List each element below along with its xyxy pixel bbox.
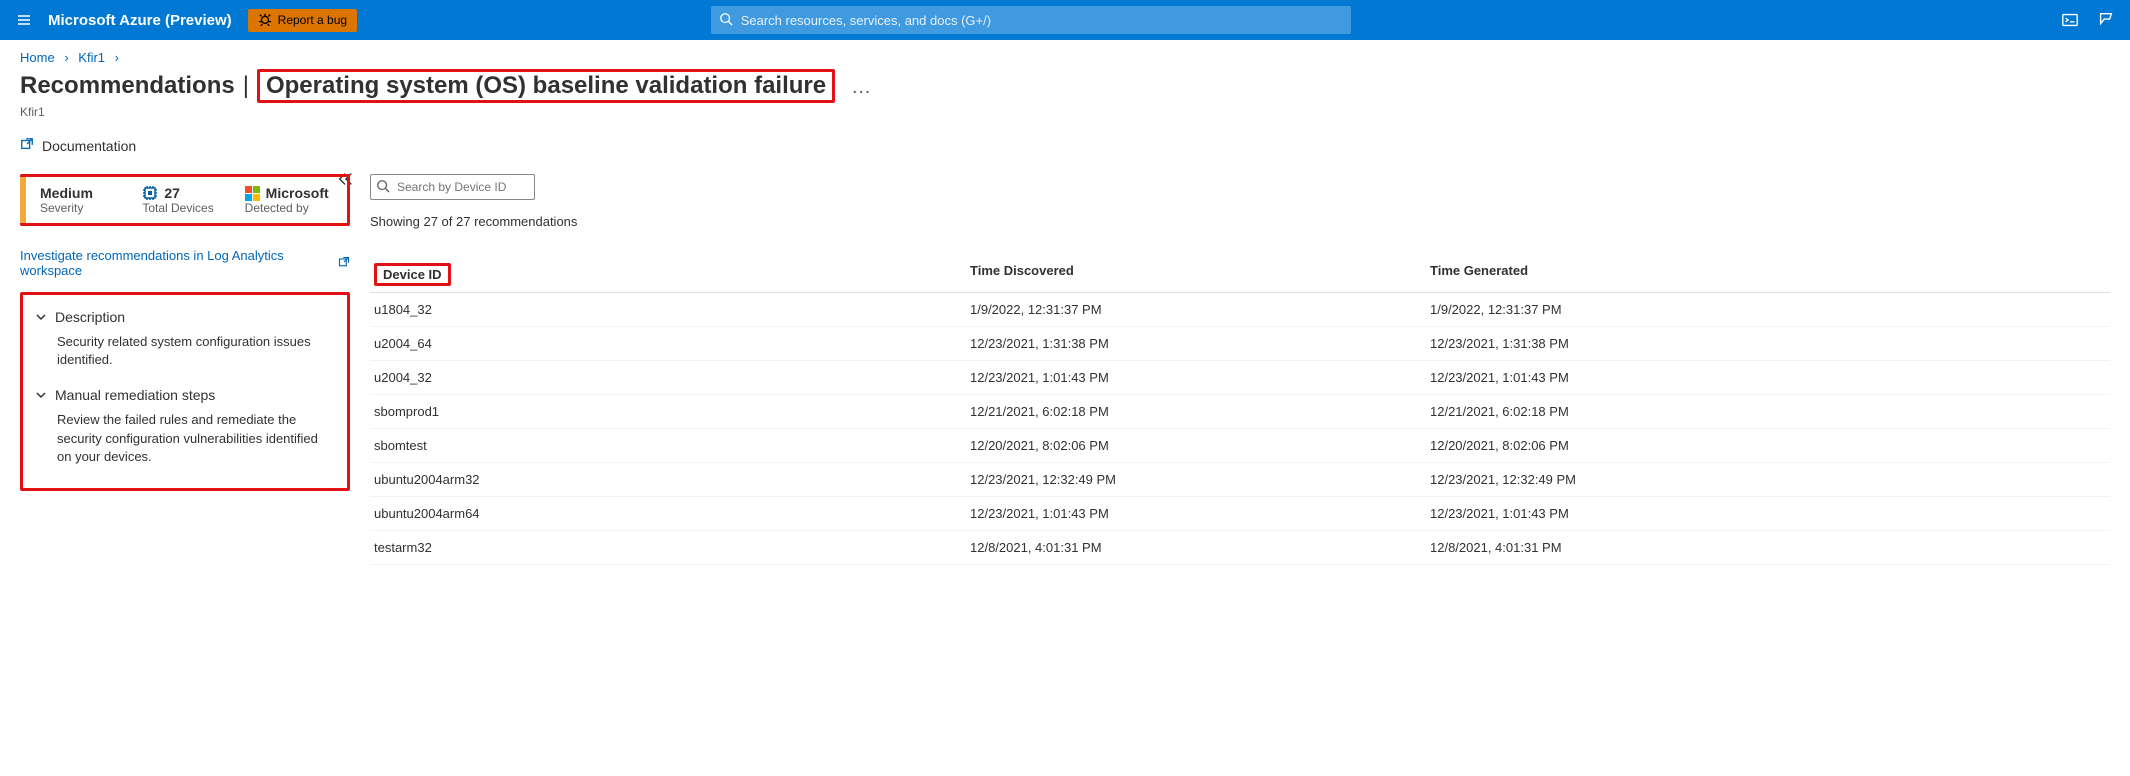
cell-device-id: ubuntu2004arm32 (370, 472, 970, 487)
title-separator: | (243, 72, 249, 100)
topbar: Microsoft Azure (Preview) Report a bug (0, 0, 2130, 40)
devices-label: Total Devices (142, 201, 234, 215)
cell-time-generated: 12/23/2021, 1:31:38 PM (1430, 336, 2110, 351)
cell-time-discovered: 12/23/2021, 1:01:43 PM (970, 370, 1430, 385)
details-box: Description Security related system conf… (20, 292, 350, 491)
column-device-id[interactable]: Device ID (374, 263, 451, 286)
cell-time-discovered: 12/23/2021, 1:01:43 PM (970, 506, 1430, 521)
microsoft-logo-icon (245, 186, 260, 201)
chevron-down-icon (35, 389, 47, 401)
cell-time-generated: 12/20/2021, 8:02:06 PM (1430, 438, 2110, 453)
cell-time-discovered: 12/21/2021, 6:02:18 PM (970, 404, 1430, 419)
severity-label: Severity (40, 201, 132, 215)
search-icon (376, 179, 390, 196)
remediation-title: Manual remediation steps (55, 387, 215, 403)
right-pane: Showing 27 of 27 recommendations Device … (350, 174, 2110, 565)
page-title: Operating system (OS) baseline validatio… (257, 69, 835, 103)
feedback-icon[interactable] (2094, 8, 2118, 32)
remediation-header[interactable]: Manual remediation steps (35, 387, 335, 403)
page-subtitle: Kfir1 (20, 105, 2110, 119)
cell-time-generated: 12/21/2021, 6:02:18 PM (1430, 404, 2110, 419)
remediation-body: Review the failed rules and remediate th… (57, 411, 335, 466)
description-header[interactable]: Description (35, 309, 335, 325)
left-pane: Medium Severity 27 Total Devices Microso… (20, 174, 350, 565)
cloud-shell-icon[interactable] (2058, 8, 2082, 32)
column-time-generated[interactable]: Time Generated (1430, 263, 2110, 286)
chip-icon (142, 185, 158, 201)
search-icon (719, 12, 733, 29)
breadcrumb-item[interactable]: Kfir1 (78, 50, 105, 65)
cell-time-generated: 1/9/2022, 12:31:37 PM (1430, 302, 2110, 317)
devices-value: 27 (164, 185, 180, 201)
investigate-label: Investigate recommendations in Log Analy… (20, 248, 334, 278)
more-actions-button[interactable]: … (843, 76, 871, 99)
table-row[interactable]: u2004_3212/23/2021, 1:01:43 PM12/23/2021… (370, 361, 2110, 395)
grid-header: Device ID Time Discovered Time Generated (370, 257, 2110, 293)
showing-count: Showing 27 of 27 recommendations (370, 214, 2110, 229)
report-bug-label: Report a bug (278, 13, 347, 27)
page-title-prefix: Recommendations (20, 72, 235, 100)
brand-label[interactable]: Microsoft Azure (Preview) (48, 12, 232, 29)
detected-value: Microsoft (266, 185, 329, 201)
column-time-discovered[interactable]: Time Discovered (970, 263, 1430, 286)
cell-device-id: u1804_32 (370, 302, 970, 317)
cell-time-discovered: 12/8/2021, 4:01:31 PM (970, 540, 1430, 555)
description-body: Security related system configuration is… (57, 333, 335, 369)
chevron-right-icon: › (64, 50, 68, 65)
description-title: Description (55, 309, 125, 325)
breadcrumb: Home › Kfir1 › (20, 44, 2110, 69)
global-search[interactable] (711, 6, 1351, 34)
cell-time-discovered: 12/20/2021, 8:02:06 PM (970, 438, 1430, 453)
cell-time-discovered: 12/23/2021, 12:32:49 PM (970, 472, 1430, 487)
device-filter-input[interactable] (370, 174, 535, 200)
table-row[interactable]: ubuntu2004arm6412/23/2021, 1:01:43 PM12/… (370, 497, 2110, 531)
chevron-down-icon (35, 311, 47, 323)
cell-device-id: sbomprod1 (370, 404, 970, 419)
chevron-right-icon: › (115, 50, 119, 65)
cell-device-id: testarm32 (370, 540, 970, 555)
cell-device-id: u2004_64 (370, 336, 970, 351)
report-bug-button[interactable]: Report a bug (248, 9, 357, 32)
cell-time-generated: 12/23/2021, 1:01:43 PM (1430, 506, 2110, 521)
cell-time-generated: 12/23/2021, 1:01:43 PM (1430, 370, 2110, 385)
investigate-link[interactable]: Investigate recommendations in Log Analy… (20, 248, 350, 278)
cell-device-id: u2004_32 (370, 370, 970, 385)
documentation-label: Documentation (42, 138, 136, 154)
table-row[interactable]: u2004_6412/23/2021, 1:31:38 PM12/23/2021… (370, 327, 2110, 361)
documentation-link[interactable]: Documentation (20, 137, 136, 154)
cell-time-discovered: 1/9/2022, 12:31:37 PM (970, 302, 1430, 317)
table-row[interactable]: sbomtest12/20/2021, 8:02:06 PM12/20/2021… (370, 429, 2110, 463)
severity-value: Medium (40, 185, 132, 201)
cell-time-discovered: 12/23/2021, 1:31:38 PM (970, 336, 1430, 351)
detected-label: Detected by (245, 201, 337, 215)
bug-icon (258, 12, 272, 29)
external-link-icon (20, 137, 34, 154)
recommendations-grid: Device ID Time Discovered Time Generated… (370, 257, 2110, 565)
cell-device-id: sbomtest (370, 438, 970, 453)
cell-device-id: ubuntu2004arm64 (370, 506, 970, 521)
cell-time-generated: 12/23/2021, 12:32:49 PM (1430, 472, 2110, 487)
table-row[interactable]: testarm3212/8/2021, 4:01:31 PM12/8/2021,… (370, 531, 2110, 565)
breadcrumb-home[interactable]: Home (20, 50, 55, 65)
table-row[interactable]: sbomprod112/21/2021, 6:02:18 PM12/21/202… (370, 395, 2110, 429)
device-filter[interactable] (370, 174, 535, 200)
severity-bar-icon (20, 177, 26, 223)
global-search-input[interactable] (711, 6, 1351, 34)
stats-card: Medium Severity 27 Total Devices Microso… (20, 174, 350, 226)
table-row[interactable]: ubuntu2004arm3212/23/2021, 12:32:49 PM12… (370, 463, 2110, 497)
cell-time-generated: 12/8/2021, 4:01:31 PM (1430, 540, 2110, 555)
external-link-icon (338, 256, 350, 271)
hamburger-menu-icon[interactable] (8, 4, 40, 36)
table-row[interactable]: u1804_321/9/2022, 12:31:37 PM1/9/2022, 1… (370, 293, 2110, 327)
